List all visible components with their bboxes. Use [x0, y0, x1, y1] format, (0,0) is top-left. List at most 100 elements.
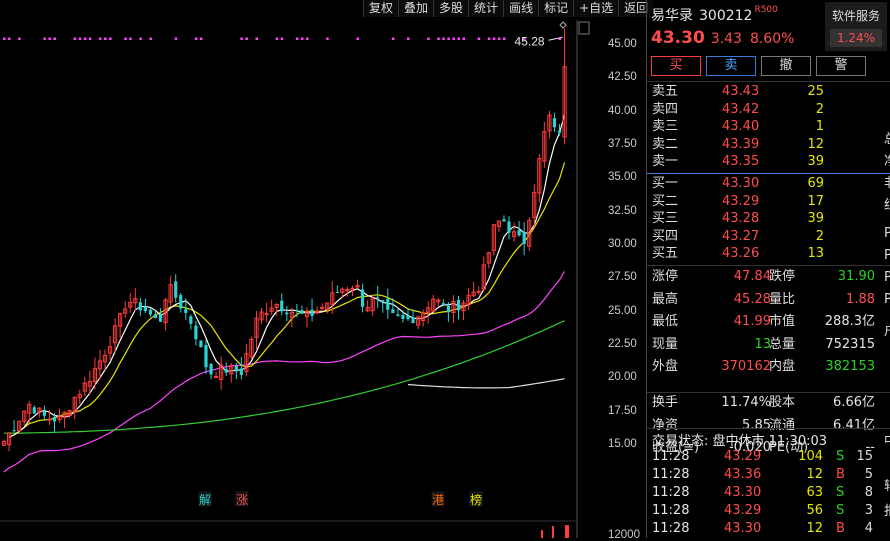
candle-down	[335, 291, 339, 293]
sector-box[interactable]: 软件服务 1.24%	[825, 2, 887, 51]
volume-bar	[565, 525, 569, 538]
toolbar-button[interactable]: 画线	[503, 0, 539, 17]
clipped-text: P	[884, 270, 890, 285]
event-dot	[487, 37, 491, 40]
candle-down	[517, 230, 521, 236]
orderbook-level: 卖一	[652, 154, 679, 170]
candle-down	[360, 289, 365, 307]
candle-down	[199, 340, 203, 347]
orderbook-row[interactable]: 买四 43.27 2	[647, 228, 890, 246]
clipped-text: 总	[884, 128, 890, 147]
tick-time: 11:28	[652, 503, 690, 518]
event-dot	[83, 37, 87, 40]
orderbook-row[interactable]: 卖二 43.39 12	[647, 136, 890, 154]
event-dot	[255, 37, 258, 40]
stat-value: 11.74%	[721, 395, 771, 410]
stat-value: 288.3亿	[824, 314, 875, 329]
event-dot	[43, 37, 46, 40]
toolbar-button[interactable]: 多股	[433, 0, 469, 17]
orderbook-volume: 1	[815, 119, 824, 135]
orderbook-volume: 17	[807, 193, 824, 209]
candlestick-chart[interactable]: 45.28 解 涨 港 榜	[0, 0, 605, 538]
orderbook-row[interactable]: 卖五 43.43 25	[647, 83, 890, 101]
cancel-order-button[interactable]: 撤	[761, 56, 811, 76]
event-dot	[427, 37, 430, 40]
toolbar-button[interactable]: 统计	[468, 0, 504, 17]
event-dot	[300, 37, 304, 40]
stat-value: 45.28	[733, 291, 771, 307]
event-dot	[8, 37, 11, 40]
candle-down	[52, 417, 57, 422]
orderbook-row[interactable]: 买一 43.30 69	[647, 175, 890, 193]
event-dot	[109, 37, 112, 40]
clipped-text: 红	[884, 194, 890, 213]
tick-row: 11:28 43.36 12 B 5	[647, 466, 890, 484]
alert-button[interactable]: 警	[816, 56, 866, 76]
candle-down	[295, 310, 299, 312]
stat-row: 最高 45.28 量比 1.88	[647, 289, 890, 312]
event-dot	[502, 37, 506, 40]
orderbook-row[interactable]: 卖一 43.35 39	[647, 153, 890, 171]
stat-row: 涨停 47.84 跌停 31.90	[647, 266, 890, 289]
event-dot	[442, 37, 445, 40]
stat-key: 现量	[652, 336, 679, 352]
candle-down	[522, 231, 526, 245]
tick-side: S	[836, 503, 845, 518]
stat-key: 量比	[769, 291, 796, 307]
tick-side: S	[836, 449, 845, 464]
orderbook-row[interactable]: 买五 43.26 13	[647, 245, 890, 263]
price-tick-label: 45.00	[608, 38, 637, 50]
tick-time: 11:28	[652, 449, 690, 464]
stat-key: 最低	[652, 314, 679, 329]
toolbar-button[interactable]: 复权	[363, 0, 399, 17]
event-dot	[240, 37, 243, 40]
sell-button[interactable]: 卖	[706, 56, 756, 76]
tick-volume: 12	[806, 467, 823, 482]
stat-key: 股本	[769, 395, 796, 410]
orderbook-level: 买二	[652, 193, 679, 209]
candle-down	[280, 300, 284, 312]
toolbar-button[interactable]: 叠加	[398, 0, 434, 17]
tick-side: B	[836, 521, 845, 536]
candle-up	[320, 306, 325, 309]
candle-down	[239, 368, 243, 375]
price-tick-label: 37.50	[608, 137, 637, 150]
last-price: 43.30	[651, 28, 705, 48]
orderbook-price: 43.26	[722, 246, 760, 262]
event-dot	[194, 37, 198, 40]
orderbook-volume: 2	[815, 228, 824, 244]
orderbook-level: 买一	[652, 176, 679, 191]
orderbook-level: 买三	[652, 211, 679, 227]
stat-key: 内盘	[769, 359, 796, 374]
orderbook-row[interactable]: 买二 43.29 17	[647, 193, 890, 211]
stat-key: 跌停	[769, 269, 796, 284]
candle-down	[376, 297, 380, 299]
event-dot	[326, 37, 329, 40]
orderbook-price: 43.30	[722, 176, 760, 191]
orderbook-price: 43.42	[722, 101, 760, 117]
price-tick-label: 42.50	[608, 71, 637, 84]
toolbar-button[interactable]: 标记	[538, 0, 574, 17]
candle-down	[184, 309, 188, 313]
event-dot	[139, 37, 142, 40]
event-dot	[407, 37, 410, 40]
ma-line-white-short	[8, 114, 566, 438]
candle-down	[234, 365, 238, 372]
candle-down	[194, 325, 198, 340]
event-dot	[457, 37, 460, 40]
index-tag: R500	[754, 5, 778, 15]
tick-list[interactable]: 11:28 43.29 104 S 15 11:28 43.36 12 B 5 11:28 43.30…	[647, 448, 890, 538]
candle-down	[446, 305, 450, 313]
event-dot	[356, 37, 359, 40]
clipped-text: 非	[884, 172, 890, 191]
orderbook-row[interactable]: 买三 43.28 39	[647, 210, 890, 228]
clipped-text: 净	[884, 150, 890, 169]
candle-down	[158, 314, 163, 322]
clipped-text: 中	[884, 430, 890, 449]
volume-tick-label: 12000	[608, 529, 640, 541]
orderbook-row[interactable]: 卖三 43.40 1	[647, 118, 890, 136]
orderbook-row[interactable]: 卖四 43.42 2	[647, 101, 890, 119]
buy-button[interactable]: 买	[651, 56, 701, 76]
bid-book: 买一 43.30 69 买二 43.29 17 买三 43.28 39 买四 43.27 2 买五 43.…	[647, 175, 890, 263]
ma-line-magenta	[3, 271, 566, 473]
